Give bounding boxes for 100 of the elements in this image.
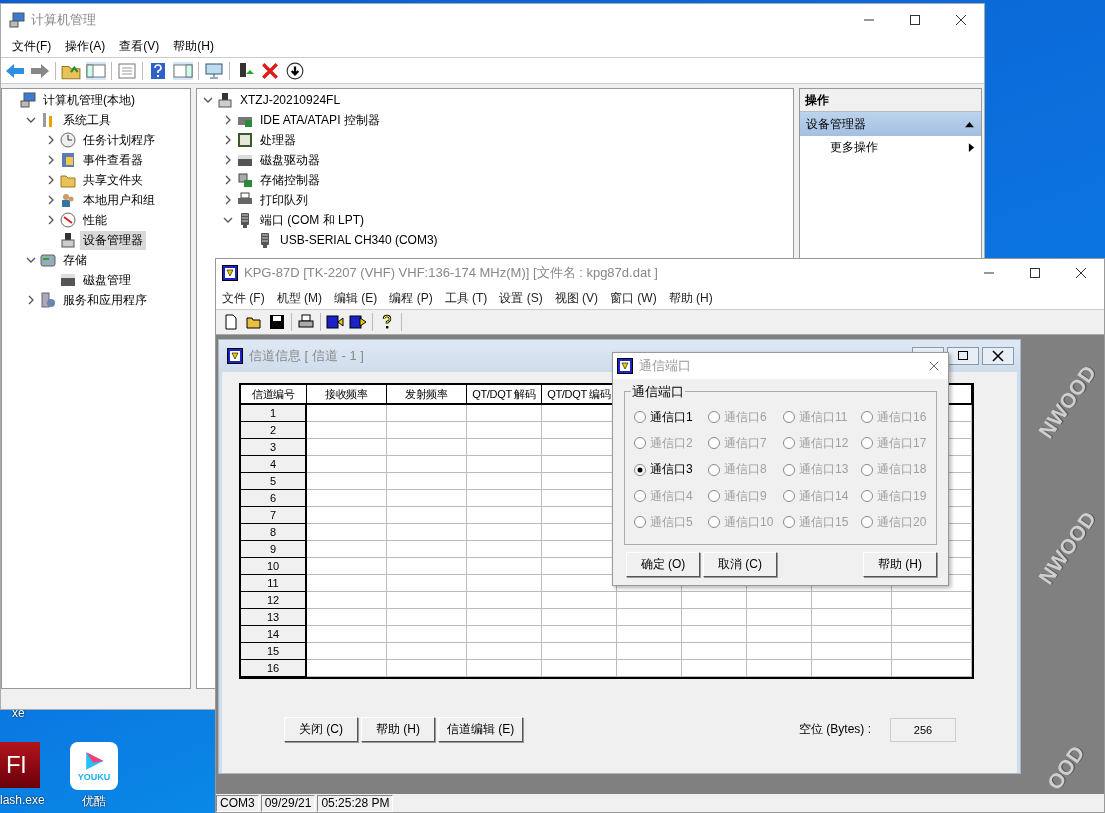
tree-item[interactable]: 服务和应用程序 — [2, 290, 150, 310]
chevron-down-icon[interactable] — [223, 215, 233, 225]
chevron-down-icon[interactable] — [203, 95, 213, 105]
dialog-button[interactable]: 确定 (O) — [626, 552, 700, 577]
close-button[interactable] — [982, 347, 1014, 365]
tree-item[interactable]: USB-SERIAL CH340 (COM3) — [197, 230, 441, 250]
tree-item[interactable]: 端口 (COM 和 LPT) — [197, 210, 367, 230]
delete-icon[interactable] — [260, 61, 280, 80]
tree-item[interactable]: XTZJ-20210924FL — [197, 90, 344, 110]
tree-item[interactable]: 存储 — [2, 250, 90, 270]
tree-item[interactable]: IDE ATA/ATAPI 控制器 — [197, 110, 383, 130]
device-icon — [60, 232, 76, 248]
menu-item[interactable]: 编辑 (E) — [328, 289, 384, 307]
restore-button[interactable] — [947, 347, 979, 365]
table-cell — [747, 626, 812, 643]
tree-item[interactable]: 任务计划程序 — [2, 130, 158, 150]
app-icon — [227, 348, 243, 364]
chevron-right-icon[interactable] — [223, 115, 233, 125]
tree-item[interactable]: 系统工具 — [2, 110, 114, 130]
back-arrow-icon[interactable] — [5, 61, 25, 80]
icon-label: lash.exe — [0, 793, 45, 807]
menu-item[interactable]: 查看(V) — [112, 37, 167, 55]
triangle-up-icon[interactable] — [964, 120, 975, 128]
window-title: 计算机管理 — [31, 10, 96, 29]
chevron-right-icon[interactable] — [223, 175, 233, 185]
menu-item[interactable]: 编程 (P) — [383, 289, 439, 307]
tree-item[interactable]: 共享文件夹 — [2, 170, 146, 190]
radio-label: 通信口4 — [650, 487, 693, 505]
row-number: 10 — [241, 558, 307, 575]
chip-icon — [237, 132, 253, 148]
open-folder-icon[interactable] — [245, 314, 263, 330]
monitor-icon[interactable] — [204, 61, 224, 80]
tree-item[interactable]: 磁盘驱动器 — [197, 150, 323, 170]
folder-icon — [60, 172, 76, 188]
tree-item[interactable]: 计算机管理(本地) — [2, 90, 138, 110]
radio-label: 通信口19 — [877, 487, 927, 505]
chevron-right-icon[interactable] — [46, 215, 56, 225]
dialog-button[interactable]: 帮助 (H) — [361, 717, 435, 742]
radio-label: 通信口9 — [724, 487, 767, 505]
dialog-button[interactable]: 帮助 (H) — [863, 552, 937, 577]
tree-item[interactable]: 处理器 — [197, 130, 299, 150]
chevron-right-icon[interactable] — [46, 155, 56, 165]
panel-icon[interactable] — [173, 61, 193, 80]
download-icon[interactable] — [285, 61, 305, 80]
menu-item[interactable]: 视图 (V) — [548, 289, 604, 307]
chevron-right-icon[interactable] — [26, 295, 36, 305]
storage-icon — [40, 252, 56, 268]
menu-item[interactable]: 窗口 (W) — [604, 289, 663, 307]
gauge-icon — [60, 212, 76, 228]
tree-item[interactable]: 本地用户和组 — [2, 190, 158, 210]
tree-item[interactable]: 磁盘管理 — [2, 270, 134, 290]
menu-item[interactable]: 设置 (S) — [493, 289, 549, 307]
chevron-right-icon[interactable] — [223, 135, 233, 145]
chevron-right-icon[interactable] — [223, 155, 233, 165]
radio-button[interactable] — [634, 411, 646, 423]
pane-header: 操作 — [800, 89, 981, 112]
printer-icon[interactable] — [297, 314, 315, 330]
radio-label: 通信口11 — [799, 408, 848, 426]
menu-item[interactable]: 帮助(H) — [166, 37, 221, 55]
menu-item[interactable]: 机型 (M) — [270, 289, 328, 307]
radio-label: 通信口20 — [877, 513, 927, 531]
chevron-right-icon[interactable] — [46, 175, 56, 185]
chevron-right-icon[interactable] — [46, 195, 56, 205]
menu-item[interactable]: 操作(A) — [58, 37, 113, 55]
menu-item[interactable]: 帮助 (H) — [662, 289, 719, 307]
dialog-button[interactable]: 信道编辑 (E) — [438, 717, 524, 742]
action-item[interactable]: 更多操作 — [800, 136, 981, 158]
chevron-right-icon[interactable] — [46, 135, 56, 145]
chevron-down-icon[interactable] — [26, 115, 36, 125]
chevron-right-icon[interactable] — [223, 195, 233, 205]
radio-label: 通信口14 — [799, 487, 849, 505]
action-section[interactable]: 设备管理器 — [800, 112, 981, 136]
app-icon — [617, 358, 633, 374]
new-file-icon[interactable] — [222, 314, 240, 330]
tree-item[interactable]: 打印队列 — [197, 190, 311, 210]
forward-arrow-icon[interactable] — [30, 61, 50, 80]
radio-label: 通信口17 — [877, 434, 927, 452]
clock-icon — [60, 132, 76, 148]
table-cell — [682, 592, 747, 609]
dialog-button[interactable]: 关闭 (C) — [284, 717, 358, 742]
dialog-button[interactable]: 取消 (C) — [703, 552, 777, 577]
row-number: 2 — [241, 422, 307, 439]
menu-item[interactable]: 工具 (T) — [438, 289, 494, 307]
save-icon[interactable] — [268, 314, 286, 330]
row-number: 8 — [241, 524, 307, 541]
menu-item[interactable]: 文件 (F) — [216, 289, 271, 307]
tree-item[interactable]: 事件查看器 — [2, 150, 146, 170]
tree-item[interactable]: 性能 — [2, 210, 110, 230]
radio-read-icon[interactable] — [326, 314, 344, 330]
radio-write-icon[interactable] — [349, 314, 367, 330]
tree-item[interactable]: 设备管理器 — [2, 230, 146, 250]
flash-app-icon[interactable]: Fl — [0, 742, 40, 788]
menu-item[interactable]: 文件(F) — [5, 37, 59, 55]
status-field: 09/29/21 — [260, 794, 316, 812]
table-cell — [747, 609, 812, 626]
chevron-down-icon[interactable] — [26, 255, 36, 265]
users-icon — [60, 192, 76, 208]
panel-icon[interactable] — [86, 61, 106, 80]
tree-item[interactable]: 存储控制器 — [197, 170, 323, 190]
radio-button[interactable] — [634, 463, 646, 476]
